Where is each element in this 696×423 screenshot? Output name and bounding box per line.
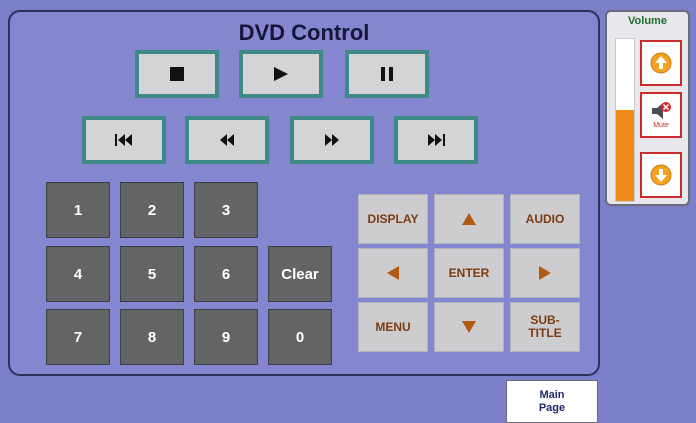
- volume-up-button[interactable]: [640, 40, 682, 86]
- keypad-2-button[interactable]: 2: [120, 182, 184, 238]
- clear-button[interactable]: Clear: [268, 246, 332, 302]
- main-page-button[interactable]: Main Page: [506, 380, 598, 423]
- arrow-up-circle-icon: [650, 52, 672, 74]
- right-arrow-button[interactable]: [510, 248, 580, 298]
- enter-label: ENTER: [448, 265, 490, 280]
- down-arrow-button[interactable]: [434, 302, 504, 352]
- next-chapter-button[interactable]: [394, 116, 478, 164]
- fast-forward-button[interactable]: [290, 116, 374, 164]
- play-icon: [274, 67, 288, 81]
- volume-title: Volume: [628, 15, 667, 27]
- stop-button[interactable]: [135, 50, 219, 98]
- keypad-0-button[interactable]: 0: [268, 309, 332, 365]
- stop-icon: [170, 67, 184, 81]
- audio-button[interactable]: AUDIO: [510, 194, 580, 244]
- skip-back-icon: [115, 134, 132, 146]
- skip-forward-icon: [428, 134, 445, 146]
- previous-chapter-button[interactable]: [82, 116, 166, 164]
- mute-button[interactable]: Mute: [640, 92, 682, 138]
- keypad-8-button[interactable]: 8: [120, 309, 184, 365]
- keypad-7-button[interactable]: 7: [46, 309, 110, 365]
- arrow-up-icon: [462, 213, 476, 225]
- keypad-5-button[interactable]: 5: [120, 246, 184, 302]
- subtitle-label: SUB- TITLE: [528, 313, 562, 340]
- display-button[interactable]: DISPLAY: [358, 194, 428, 244]
- volume-level-bar[interactable]: [615, 38, 635, 202]
- rewind-button[interactable]: [185, 116, 269, 164]
- page-title: DVD Control: [238, 20, 370, 45]
- fast-forward-icon: [325, 134, 339, 146]
- keypad-3-button[interactable]: 3: [194, 182, 258, 238]
- arrow-right-icon: [539, 266, 551, 280]
- audio-label: AUDIO: [525, 211, 565, 226]
- volume-down-button[interactable]: [640, 152, 682, 198]
- mute-label: Mute: [653, 122, 669, 129]
- display-label: DISPLAY: [367, 211, 419, 226]
- subtitle-button[interactable]: SUB- TITLE: [510, 302, 580, 352]
- rewind-icon: [220, 134, 234, 146]
- pause-icon: [381, 67, 393, 81]
- keypad-9-button[interactable]: 9: [194, 309, 258, 365]
- volume-panel: Volume Mute: [605, 10, 690, 206]
- enter-button[interactable]: ENTER: [434, 248, 504, 298]
- keypad-4-button[interactable]: 4: [46, 246, 110, 302]
- arrow-down-circle-icon: [650, 164, 672, 186]
- up-arrow-button[interactable]: [434, 194, 504, 244]
- volume-level-fill: [616, 110, 634, 201]
- speaker-mute-icon: [652, 102, 671, 119]
- arrow-down-icon: [462, 321, 476, 333]
- play-button[interactable]: [239, 50, 323, 98]
- keypad-1-button[interactable]: 1: [46, 182, 110, 238]
- keypad-6-button[interactable]: 6: [194, 246, 258, 302]
- menu-button[interactable]: MENU: [358, 302, 428, 352]
- arrow-left-icon: [387, 266, 399, 280]
- left-arrow-button[interactable]: [358, 248, 428, 298]
- menu-label: MENU: [375, 319, 411, 334]
- dvd-control-panel: DVD Control 1 2 3 4 5 6 Clear 7 8 9 0 DI…: [8, 10, 600, 376]
- pause-button[interactable]: [345, 50, 429, 98]
